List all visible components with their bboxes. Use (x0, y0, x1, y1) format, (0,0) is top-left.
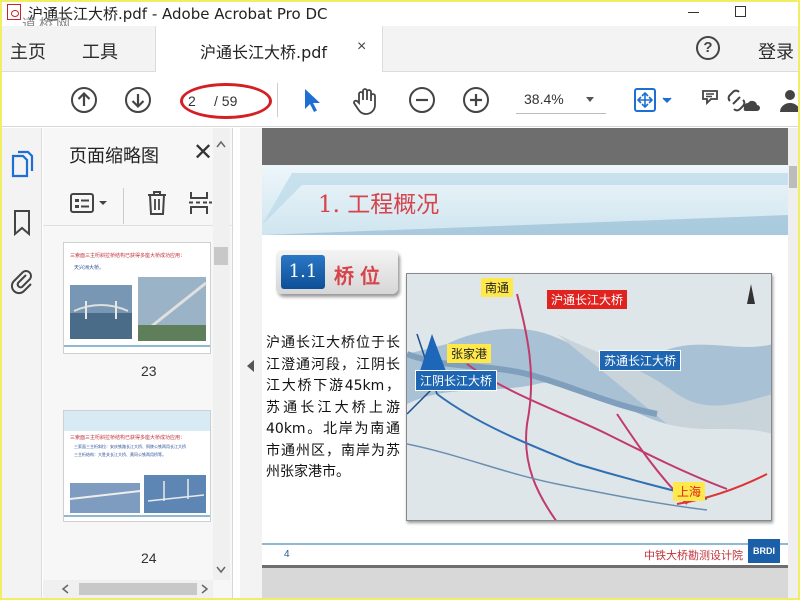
zoom-dropdown-caret-icon[interactable] (586, 97, 594, 102)
thumbnail-23-number: 23 (141, 363, 157, 379)
close-panel-icon[interactable]: ✕ (193, 138, 213, 167)
close-tab-icon[interactable]: × (357, 38, 366, 56)
footer-page-number: 4 (284, 549, 290, 560)
thumbnail-page-23[interactable]: 三索面三主桁斜拉桥结构已获得多座大桥成功应用： 天兴洲大桥。 (63, 242, 211, 354)
footer-rule (262, 543, 788, 545)
page-thumbnails-icon[interactable] (9, 150, 35, 180)
brdi-logo: BRDI (748, 539, 780, 563)
tab-bar: 主页 工具 沪通长江大桥.pdf × ? 登录 (2, 26, 798, 72)
page-banner: 1. 工程概况 (262, 165, 788, 235)
horizontal-scroll-thumb[interactable] (79, 583, 197, 595)
map-label-nantong: 南通 (481, 278, 514, 297)
thumbnail-24-number: 24 (141, 550, 157, 566)
thumb-23-heading: 三索面三主桁斜拉桥结构已获得多座大桥成功应用： (70, 252, 185, 259)
zoom-field-underline (516, 113, 606, 114)
user-account-icon[interactable] (776, 86, 798, 114)
zoom-in-icon[interactable] (462, 86, 490, 114)
document-viewport: 1. 工程概况 1.1 桥位 沪通长江大桥位于长江澄通河段，江阴长江大桥下游45… (262, 128, 798, 598)
thumbnails-horizontal-scrollbar[interactable] (43, 580, 213, 598)
thumb-23-bullet: 天兴洲大桥。 (74, 264, 104, 271)
thumbnails-scroll-thumb[interactable] (214, 247, 228, 265)
tab-tools[interactable]: 工具 (82, 38, 118, 64)
navigation-rail (2, 128, 42, 598)
map-label-zhangjiagang: 张家港 (447, 344, 492, 363)
next-page-icon[interactable] (124, 86, 152, 114)
document-scrollbar[interactable] (788, 128, 798, 598)
section-number: 1.1 (281, 255, 325, 289)
acrobat-window: 沪通长江大桥.pdf - Adobe Acrobat Pro DC 道桥网 主页… (2, 2, 798, 598)
acrobat-app-icon (7, 4, 21, 20)
scroll-left-icon[interactable] (61, 584, 69, 594)
scroll-down-icon[interactable] (216, 566, 226, 574)
tab-home[interactable]: 主页 (10, 38, 46, 64)
section-title: 桥位 (334, 264, 386, 288)
help-icon[interactable]: ? (696, 36, 720, 60)
collapse-panel-icon[interactable] (247, 360, 254, 372)
bookmark-icon[interactable] (12, 208, 32, 238)
thumb-24-heading: 三索面三主桁斜拉桥结构已获得多座大桥成功应用： (70, 434, 185, 441)
title-bar: 沪通长江大桥.pdf - Adobe Acrobat Pro DC 道桥网 (2, 2, 798, 33)
thumbnails-toolbar-divider (123, 188, 124, 224)
page-body-text: 沪通长江大桥位于长江澄通河段，江阴长江大桥下游45km，苏通长江大桥上游40km… (266, 335, 400, 480)
footer-organization: 中铁大桥勘测设计院 (644, 549, 743, 562)
thumbnail-24-preview: 三索面三主桁斜拉桥结构已获得多座大桥成功应用： 三索面三主桁斜拉：安庆铁路长江大… (64, 411, 210, 517)
scroll-right-icon[interactable] (201, 584, 209, 594)
comment-tool-icon[interactable] (700, 86, 722, 114)
share-link-icon[interactable] (724, 86, 760, 116)
thumbnails-panel-title: 页面缩略图 (69, 146, 159, 167)
page-heading: 1. 工程概况 (318, 192, 440, 218)
map-label-hutong-bridge: 沪通长江大桥 (547, 290, 628, 309)
minimize-icon[interactable] (688, 12, 699, 13)
thumbnail-options-icon[interactable] (69, 192, 113, 214)
fit-page-icon[interactable] (632, 86, 676, 114)
zoom-out-icon[interactable] (408, 86, 436, 114)
delete-page-icon[interactable] (145, 190, 169, 216)
document-tab-label: 沪通长江大桥.pdf (200, 43, 328, 62)
panel-splitter[interactable] (240, 128, 262, 598)
thumb-24-bullet-2: 三主桁结构：大胜关长江大桥、黄冈公铁两用桥等。 (74, 451, 166, 457)
previous-page-icon[interactable] (70, 86, 98, 114)
zoom-level-select[interactable]: 38.4% (524, 91, 564, 107)
select-pointer-icon[interactable] (300, 86, 324, 114)
thumbnails-toolbar (43, 178, 233, 226)
attachment-icon[interactable] (10, 266, 34, 296)
next-page-peek (262, 568, 788, 598)
section-badge: 1.1 桥位 (276, 250, 398, 294)
login-button[interactable]: 登录 (758, 38, 794, 64)
scroll-up-icon[interactable] (216, 140, 226, 148)
map-label-sutong-bridge: 苏通长江大桥 (599, 350, 682, 371)
map-graphic (407, 274, 771, 520)
thumbnail-page-24[interactable]: 三索面三主桁斜拉桥结构已获得多座大桥成功应用： 三索面三主桁斜拉：安庆铁路长江大… (63, 410, 211, 522)
page-thumbnails-panel: 页面缩略图 ✕ 三索面三主桁斜拉桥结构已获得多座大桥成功应用： 天兴洲大桥。 2… (43, 128, 233, 598)
thumb-24-bullet-1: 三索面三主桁斜拉：安庆铁路长江大桥、铜陵公铁两用长江大桥 (74, 443, 186, 449)
map-label-shanghai: 上海 (673, 482, 706, 501)
pdf-page: 1. 工程概况 1.1 桥位 沪通长江大桥位于长江澄通河段，江阴长江大桥下游45… (262, 165, 788, 565)
bridge-location-map: 南通 沪通长江大桥 张家港 苏通长江大桥 江阴长江大桥 上海 (406, 273, 772, 521)
tab-document[interactable]: 沪通长江大桥.pdf × (155, 26, 383, 72)
toolbar-divider (277, 83, 278, 117)
maximize-icon[interactable] (735, 6, 746, 17)
thumbnails-scrollbar[interactable] (213, 128, 230, 580)
map-label-jiangyin-bridge: 江阴长江大桥 (415, 370, 498, 391)
split-page-icon[interactable] (187, 190, 213, 216)
thumbnail-23-preview: 三索面三主桁斜拉桥结构已获得多座大桥成功应用： 天兴洲大桥。 (64, 243, 210, 353)
hand-tool-icon[interactable] (350, 86, 380, 116)
document-scroll-thumb[interactable] (789, 166, 797, 188)
main-toolbar: 2 / 59 38.4% (2, 73, 798, 127)
highlight-annotation-ellipse (180, 83, 272, 119)
